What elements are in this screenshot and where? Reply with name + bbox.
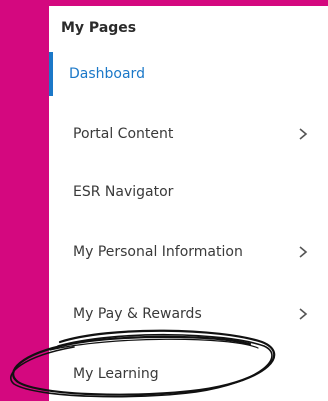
nav-item-my-pay-rewards[interactable]: My Pay & Rewards bbox=[49, 292, 328, 336]
nav-item-esr-navigator[interactable]: ESR Navigator bbox=[49, 170, 328, 214]
nav-section-title: My Pages bbox=[61, 20, 137, 36]
nav-item-label: My Learning bbox=[73, 366, 159, 382]
nav-item-label: Dashboard bbox=[69, 66, 145, 82]
chevron-right-icon bbox=[299, 308, 308, 320]
nav-item-dashboard[interactable]: Dashboard bbox=[49, 52, 328, 96]
nav-item-my-learning[interactable]: My Learning bbox=[49, 352, 328, 396]
nav-item-portal-content[interactable]: Portal Content bbox=[49, 112, 328, 156]
chevron-right-icon bbox=[299, 128, 308, 140]
nav-panel: My Pages Dashboard Portal Content ESR Na… bbox=[49, 6, 328, 401]
nav-item-label: My Personal Information bbox=[73, 244, 243, 260]
nav-item-label: ESR Navigator bbox=[73, 184, 174, 200]
nav-item-label: Portal Content bbox=[73, 126, 174, 142]
nav-item-my-personal-information[interactable]: My Personal Information bbox=[49, 230, 328, 274]
nav-item-label: My Pay & Rewards bbox=[73, 306, 202, 322]
chevron-right-icon bbox=[299, 246, 308, 258]
